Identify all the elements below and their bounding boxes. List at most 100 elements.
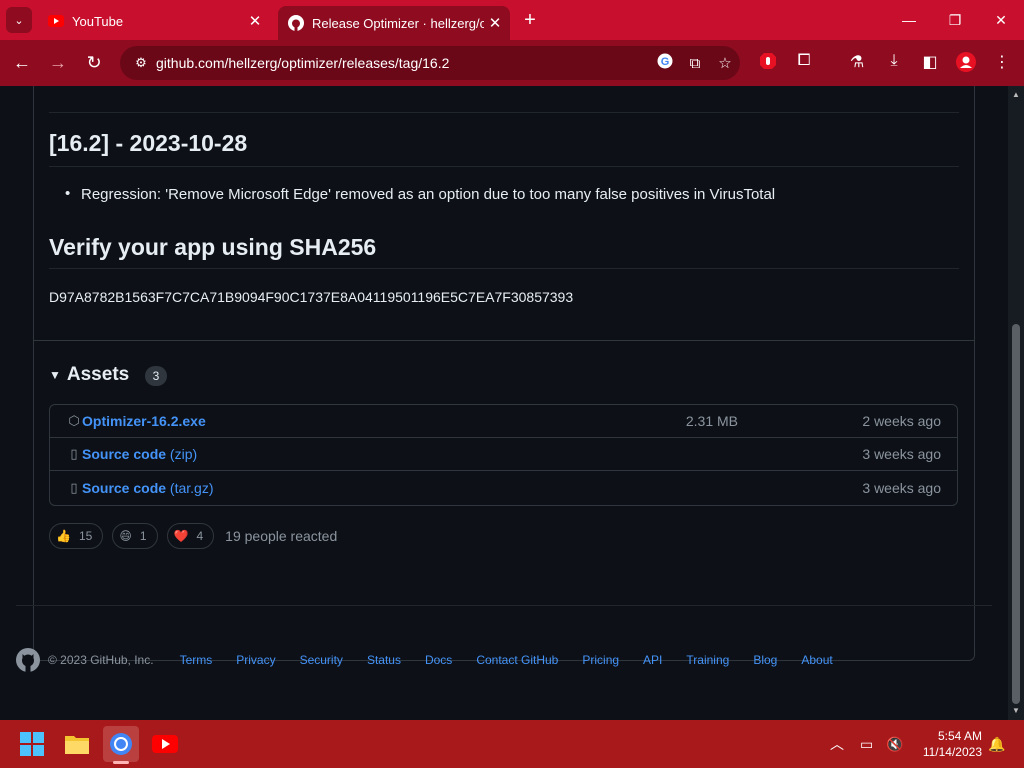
site-footer: © 2023 GitHub, Inc. Terms Privacy Securi… bbox=[16, 646, 857, 674]
footer-link-api[interactable]: API bbox=[643, 653, 662, 667]
reload-icon[interactable]: ↻ bbox=[82, 53, 106, 74]
chrome-taskbar-button[interactable] bbox=[103, 726, 139, 762]
side-panel-icon[interactable]: ◧ bbox=[918, 52, 942, 74]
github-favicon-icon bbox=[288, 15, 304, 31]
close-window-icon[interactable]: ✕ bbox=[978, 0, 1024, 40]
close-tab-icon[interactable]: ✕ bbox=[484, 14, 506, 32]
asset-link[interactable]: Source code (zip) bbox=[82, 446, 197, 462]
youtube-taskbar-button[interactable] bbox=[147, 726, 183, 762]
scroll-down-icon[interactable]: ▼ bbox=[1011, 706, 1021, 715]
divider bbox=[49, 112, 959, 113]
show-hidden-icons[interactable]: ︿ bbox=[830, 720, 844, 768]
network-icon[interactable]: ▭ bbox=[860, 720, 873, 768]
windows-logo-icon bbox=[20, 732, 44, 756]
profile-avatar-icon[interactable] bbox=[954, 52, 978, 74]
asset-link[interactable]: Source code (tar.gz) bbox=[82, 480, 214, 496]
heart-icon: ❤️ bbox=[173, 529, 189, 543]
sha256-hash: D97A8782B1563F7C7CA71B9094F90C1737E8A041… bbox=[49, 289, 574, 305]
footer-divider bbox=[16, 605, 992, 606]
svg-text:G: G bbox=[661, 56, 670, 68]
address-bar[interactable]: ⚙ github.com/hellzerg/optimizer/releases… bbox=[120, 46, 740, 80]
bookmark-star-icon[interactable]: ☆ bbox=[710, 54, 740, 72]
notification-bell-icon[interactable]: 🔔 bbox=[988, 720, 1005, 768]
reaction-thumbs-up-button[interactable]: 👍 15 bbox=[49, 523, 104, 549]
new-tab-button[interactable]: + bbox=[518, 8, 542, 32]
url-text[interactable]: github.com/hellzerg/optimizer/releases/t… bbox=[156, 55, 650, 71]
reaction-count: 4 bbox=[196, 529, 204, 543]
assets-toggle[interactable]: ▼ Assets bbox=[49, 364, 129, 386]
github-logo-icon[interactable] bbox=[16, 648, 40, 672]
divider bbox=[34, 340, 974, 341]
caret-down-icon: ▼ bbox=[49, 368, 61, 382]
forward-icon[interactable]: → bbox=[46, 53, 70, 74]
downloads-icon[interactable]: ⤓ bbox=[882, 52, 906, 74]
minimize-icon[interactable]: — bbox=[886, 0, 932, 40]
file-explorer-button[interactable] bbox=[59, 726, 95, 762]
footer-link-terms[interactable]: Terms bbox=[180, 653, 213, 667]
tab-search-button[interactable]: ⌄ bbox=[6, 7, 32, 33]
footer-link-blog[interactable]: Blog bbox=[753, 653, 777, 667]
browser-menu-icon[interactable]: ⋮ bbox=[990, 52, 1014, 74]
chrome-icon bbox=[110, 733, 132, 755]
taskbar: ︿ ▭ 🔇 5:54 AM 11/14/2023 🔔 bbox=[0, 720, 1024, 768]
assets-heading: Assets bbox=[66, 364, 130, 385]
scrollbar-thumb[interactable] bbox=[1012, 324, 1020, 704]
google-lens-icon[interactable]: G bbox=[650, 53, 680, 73]
labs-flask-icon[interactable]: ⚗ bbox=[845, 52, 869, 74]
close-tab-icon[interactable]: ✕ bbox=[244, 12, 266, 30]
tab-release-optimizer[interactable]: Release Optimizer · hellzerg/op ✕ bbox=[278, 6, 510, 40]
browser-toolbar: ← → ↻ ⚙ github.com/hellzerg/optimizer/re… bbox=[0, 40, 1024, 86]
volume-muted-icon[interactable]: 🔇 bbox=[886, 720, 903, 768]
clock-time: 5:54 AM bbox=[937, 729, 982, 743]
release-card bbox=[33, 86, 975, 661]
youtube-icon bbox=[152, 735, 178, 753]
footer-link-security[interactable]: Security bbox=[300, 653, 343, 667]
scroll-up-icon[interactable]: ▲ bbox=[1011, 90, 1021, 99]
back-icon[interactable]: ← bbox=[10, 53, 34, 74]
reactions-bar: 👍 15 😄 1 ❤️ 4 19 people reacted bbox=[49, 523, 337, 549]
assets-list: ⬡ Optimizer-16.2.exe 2.31 MB 2 weeks ago… bbox=[49, 404, 958, 506]
asset-link[interactable]: Optimizer-16.2.exe bbox=[82, 413, 206, 429]
tab-youtube[interactable]: YouTube ✕ bbox=[38, 6, 270, 36]
reaction-smile-button[interactable]: 😄 1 bbox=[112, 523, 158, 549]
reaction-heart-button[interactable]: ❤️ 4 bbox=[166, 523, 215, 549]
footer-link-pricing[interactable]: Pricing bbox=[582, 653, 619, 667]
extensions-puzzle-icon[interactable]: ⧠ bbox=[792, 52, 816, 74]
footer-link-contact[interactable]: Contact GitHub bbox=[476, 653, 558, 667]
footer-link-about[interactable]: About bbox=[801, 653, 832, 667]
clock[interactable]: 5:54 AM 11/14/2023 bbox=[918, 728, 982, 760]
footer-link-status[interactable]: Status bbox=[367, 653, 401, 667]
tab-title: YouTube bbox=[72, 13, 124, 29]
changelog-item: Regression: 'Remove Microsoft Edge' remo… bbox=[65, 185, 775, 203]
adblock-extension-icon[interactable] bbox=[756, 52, 780, 74]
asset-row: ⬡ Optimizer-16.2.exe 2.31 MB 2 weeks ago bbox=[50, 405, 957, 438]
reactions-summary: 19 people reacted bbox=[225, 528, 338, 544]
page-content: [16.2] - 2023-10-28 Regression: 'Remove … bbox=[0, 86, 1008, 720]
restore-icon[interactable]: ❐ bbox=[932, 0, 978, 40]
start-button[interactable] bbox=[14, 726, 50, 762]
site-info-icon[interactable]: ⚙ bbox=[126, 55, 156, 71]
asset-size: 2.31 MB bbox=[685, 413, 738, 429]
clock-date: 11/14/2023 bbox=[922, 745, 982, 759]
asset-date: 3 weeks ago bbox=[862, 479, 941, 496]
divider bbox=[49, 268, 959, 269]
install-app-icon[interactable]: ⧉ bbox=[680, 55, 710, 72]
asset-row: ▯ Source code (tar.gz) 3 weeks ago bbox=[50, 471, 957, 504]
chevron-up-icon: ︿ bbox=[830, 736, 844, 752]
file-zip-icon: ▯ bbox=[70, 479, 78, 495]
copyright-text: © 2023 GitHub, Inc. bbox=[48, 653, 154, 667]
divider bbox=[49, 166, 959, 167]
assets-count-badge: 3 bbox=[145, 366, 167, 386]
tab-strip: ⌄ YouTube ✕ Release Optimizer · hellzerg… bbox=[0, 0, 1024, 40]
asset-date: 3 weeks ago bbox=[862, 446, 941, 462]
asset-date: 2 weeks ago bbox=[862, 413, 941, 429]
footer-link-training[interactable]: Training bbox=[686, 653, 729, 667]
footer-link-docs[interactable]: Docs bbox=[425, 653, 452, 667]
tab-title: Release Optimizer · hellzerg/op bbox=[312, 15, 484, 31]
version-heading: [16.2] - 2023-10-28 bbox=[49, 130, 248, 156]
chevron-down-icon: ⌄ bbox=[14, 14, 24, 27]
footer-link-privacy[interactable]: Privacy bbox=[236, 653, 275, 667]
page-scrollbar[interactable]: ▲ ▼ bbox=[1008, 86, 1024, 720]
package-icon: ⬡ bbox=[68, 413, 80, 428]
reaction-count: 15 bbox=[78, 529, 93, 543]
